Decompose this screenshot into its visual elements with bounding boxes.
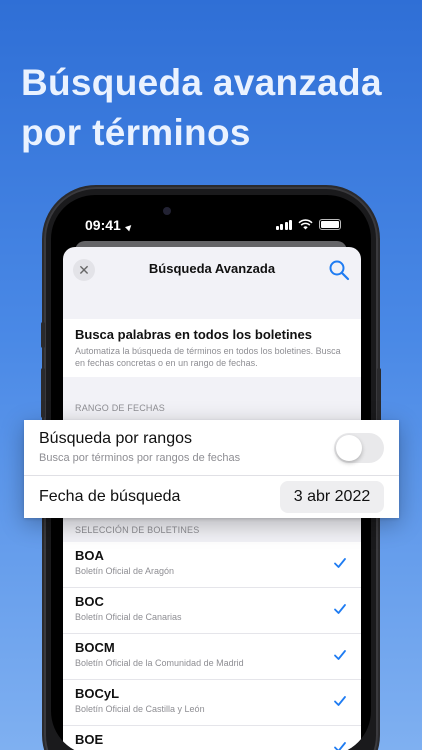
intro-description: Automatiza la búsqueda de términos en to… [75,346,341,368]
range-search-row: Búsqueda por rangos Busca por términos p… [24,420,399,476]
bulletin-name: Boletín Oficial de Castilla y León [75,704,205,714]
signal-icon [275,219,292,230]
headline: Búsqueda avanzada por términos [21,58,411,158]
headline-line-2: por términos [21,112,251,153]
checkmark-icon [334,558,346,568]
range-search-title: Búsqueda por rangos [39,430,192,447]
search-icon[interactable] [327,258,351,282]
bulletin-code: BOC [75,594,104,609]
search-date-row: Fecha de búsqueda 3 abr 2022 [24,476,399,518]
list-item[interactable]: BOE [63,726,361,750]
list-item[interactable]: BOA Boletín Oficial de Aragón [63,542,361,588]
bulletin-code: BOCyL [75,686,120,701]
status-icons [275,219,341,230]
nav-title: Búsqueda Avanzada [148,261,276,276]
list-item[interactable]: BOCyL Boletín Oficial de Castilla y León [63,680,361,726]
bulletin-code: BOCM [75,640,115,655]
bulletin-list: BOA Boletín Oficial de Aragón BOC Boletí… [63,542,361,750]
status-time-text: 09:41 [85,217,121,233]
headline-line-1: Búsqueda avanzada [21,62,382,103]
phone-side-button [41,322,45,348]
status-bar: 09:41▲ [51,195,371,241]
intro-card: Busca palabras en todos los boletines Au… [63,319,361,377]
bulletin-name: Boletín Oficial de la Comunidad de Madri… [75,658,244,668]
bulletin-name: Boletín Oficial de Aragón [75,566,175,576]
range-search-toggle[interactable] [334,433,384,463]
bulletin-code: BOA [75,548,104,563]
range-search-subtitle: Busca por términos por rangos de fechas [39,452,241,464]
nav-bar: ✕ Búsqueda Avanzada [63,247,361,295]
toggle-knob [336,435,362,461]
bulletin-name: Boletín Oficial de Canarias [75,612,182,622]
search-date-label: Fecha de búsqueda [39,488,181,505]
bulletin-code: BOE [75,732,104,747]
checkmark-icon [334,650,346,660]
list-item[interactable]: BOC Boletín Oficial de Canarias [63,588,361,634]
list-item[interactable]: BOCM Boletín Oficial de la Comunidad de … [63,634,361,680]
checkmark-icon [334,696,346,706]
wifi-icon [298,219,313,230]
date-range-settings-card: Búsqueda por rangos Busca por términos p… [24,420,399,518]
checkmark-icon [334,604,346,614]
status-time: 09:41▲ [85,217,137,235]
battery-icon [319,219,341,230]
phone-side-button [41,368,45,418]
section-label-date-range: RANGO DE FECHAS [75,403,166,413]
search-date-picker[interactable]: 3 abr 2022 [280,481,384,513]
intro-title: Busca palabras en todos los boletines [75,327,312,342]
front-camera [163,207,171,215]
checkmark-icon [334,742,346,750]
section-label-bulletins: SELECCIÓN DE BOLETINES [75,525,200,535]
location-arrow-icon: ▲ [121,220,137,235]
